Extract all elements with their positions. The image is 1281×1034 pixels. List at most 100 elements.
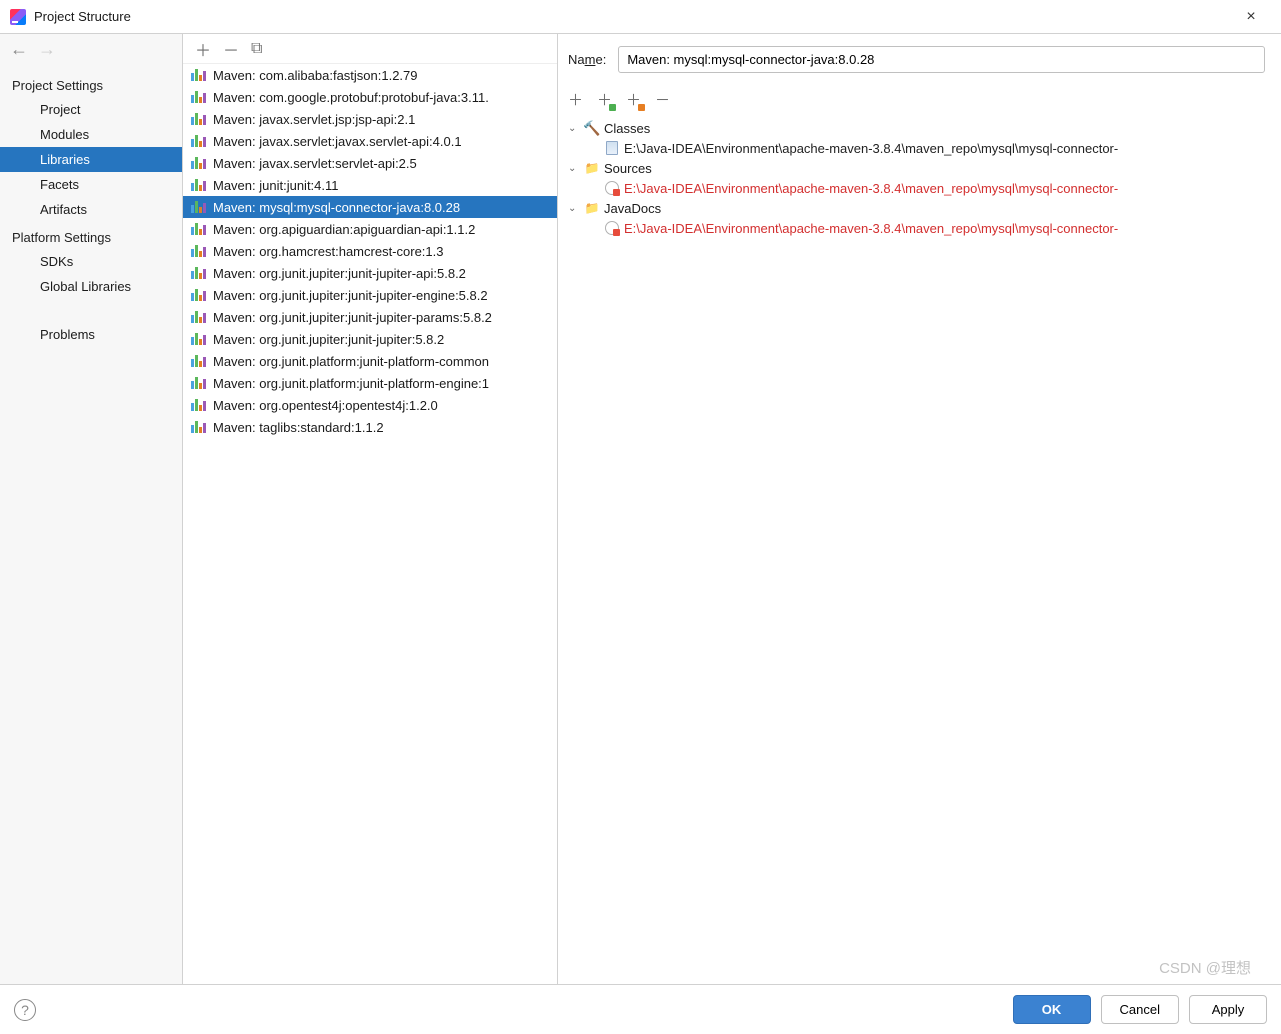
tree-path: E:\Java-IDEA\Environment\apache-maven-3.… <box>624 181 1118 196</box>
library-label: Maven: taglibs:standard:1.1.2 <box>213 420 384 435</box>
tree-path-row[interactable]: E:\Java-IDEA\Environment\apache-maven-3.… <box>568 218 1271 238</box>
library-label: Maven: org.junit.jupiter:junit-jupiter-e… <box>213 288 488 303</box>
tree-path-row[interactable]: E:\Java-IDEA\Environment\apache-maven-3.… <box>568 138 1271 158</box>
library-icon <box>191 133 207 149</box>
sidebar-item-artifacts[interactable]: Artifacts <box>0 197 182 222</box>
chevron-down-icon[interactable]: ⌄ <box>568 203 582 214</box>
library-icon <box>191 419 207 435</box>
library-item[interactable]: Maven: mysql:mysql-connector-java:8.0.28 <box>183 196 557 218</box>
library-label: Maven: org.hamcrest:hamcrest-core:1.3 <box>213 244 443 259</box>
tree-section-label: JavaDocs <box>604 201 661 216</box>
libraries-panel: ＋ － ⧉ Maven: com.alibaba:fastjson:1.2.79… <box>183 34 558 984</box>
sidebar-item-problems[interactable]: Problems <box>0 317 182 347</box>
footer: ? OK Cancel Apply <box>0 984 1281 1034</box>
main-area: ← → Project Settings ProjectModulesLibra… <box>0 34 1281 984</box>
sidebar-item-facets[interactable]: Facets <box>0 172 182 197</box>
globe-icon <box>604 220 620 236</box>
library-label: Maven: org.junit.platform:junit-platform… <box>213 376 489 391</box>
tree-section-label: Sources <box>604 161 652 176</box>
chevron-down-icon[interactable]: ⌄ <box>568 123 582 134</box>
forward-icon[interactable]: → <box>38 39 56 60</box>
library-icon <box>191 287 207 303</box>
jar-icon <box>604 140 620 156</box>
folder-icon: 📁 <box>584 160 600 176</box>
library-icon <box>191 89 207 105</box>
sidebar-item-modules[interactable]: Modules <box>0 122 182 147</box>
sidebar-item-libraries[interactable]: Libraries <box>0 147 182 172</box>
library-item[interactable]: Maven: org.junit.jupiter:junit-jupiter-e… <box>183 284 557 306</box>
library-label: Maven: org.junit.platform:junit-platform… <box>213 354 489 369</box>
tree-section-sources[interactable]: ⌄📁 Sources <box>568 158 1271 178</box>
details-toolbar: ＋ ＋ ＋ － <box>558 83 1281 116</box>
library-icon <box>191 199 207 215</box>
library-item[interactable]: Maven: com.google.protobuf:protobuf-java… <box>183 86 557 108</box>
add-icon[interactable]: ＋ <box>195 37 211 61</box>
sidebar-item-project[interactable]: Project <box>0 97 182 122</box>
library-label: Maven: org.opentest4j:opentest4j:1.2.0 <box>213 398 438 413</box>
sidebar: ← → Project Settings ProjectModulesLibra… <box>0 34 183 984</box>
library-icon <box>191 309 207 325</box>
name-input[interactable] <box>618 46 1265 73</box>
add-root-icon[interactable]: ＋ <box>568 89 583 110</box>
library-item[interactable]: Maven: org.junit.jupiter:junit-jupiter-p… <box>183 306 557 328</box>
ok-button[interactable]: OK <box>1013 995 1091 1024</box>
back-icon[interactable]: ← <box>10 39 28 60</box>
remove-root-icon[interactable]: － <box>655 89 670 110</box>
library-item[interactable]: Maven: com.alibaba:fastjson:1.2.79 <box>183 64 557 86</box>
library-item[interactable]: Maven: junit:junit:4.11 <box>183 174 557 196</box>
window-title: Project Structure <box>34 9 1231 24</box>
tree-path: E:\Java-IDEA\Environment\apache-maven-3.… <box>624 141 1118 156</box>
library-item[interactable]: Maven: javax.servlet.jsp:jsp-api:2.1 <box>183 108 557 130</box>
remove-icon[interactable]: － <box>223 37 239 61</box>
sidebar-heading-platform: Platform Settings <box>0 222 182 249</box>
add-sources-icon[interactable]: ＋ <box>626 89 641 110</box>
hammer-icon: 🔨 <box>584 120 600 136</box>
tree-section-javadocs[interactable]: ⌄📁 JavaDocs <box>568 198 1271 218</box>
library-label: Maven: javax.servlet:javax.servlet-api:4… <box>213 134 462 149</box>
chevron-down-icon[interactable]: ⌄ <box>568 163 582 174</box>
close-icon[interactable]: × <box>1231 8 1271 26</box>
library-item[interactable]: Maven: org.junit.jupiter:junit-jupiter-a… <box>183 262 557 284</box>
library-label: Maven: org.junit.jupiter:junit-jupiter-a… <box>213 266 466 281</box>
app-icon <box>10 9 26 25</box>
library-item[interactable]: Maven: javax.servlet:servlet-api:2.5 <box>183 152 557 174</box>
library-icon <box>191 243 207 259</box>
library-item[interactable]: Maven: taglibs:standard:1.1.2 <box>183 416 557 438</box>
tree-path: E:\Java-IDEA\Environment\apache-maven-3.… <box>624 221 1118 236</box>
library-label: Maven: javax.servlet:servlet-api:2.5 <box>213 156 417 171</box>
folder-icon: 📁 <box>584 200 600 216</box>
add-classes-icon[interactable]: ＋ <box>597 89 612 110</box>
library-icon <box>191 177 207 193</box>
sidebar-item-sdks[interactable]: SDKs <box>0 249 182 274</box>
libraries-toolbar: ＋ － ⧉ <box>183 34 557 64</box>
apply-button[interactable]: Apply <box>1189 995 1267 1024</box>
cancel-button[interactable]: Cancel <box>1101 995 1179 1024</box>
help-icon[interactable]: ? <box>14 999 36 1021</box>
sidebar-list: Project Settings ProjectModulesLibraries… <box>0 64 182 984</box>
library-icon <box>191 375 207 391</box>
name-label: Name: <box>568 52 606 67</box>
library-label: Maven: javax.servlet.jsp:jsp-api:2.1 <box>213 112 415 127</box>
roots-tree: ⌄🔨Classes E:\Java-IDEA\Environment\apache… <box>558 116 1281 240</box>
tree-section-classes[interactable]: ⌄🔨Classes <box>568 118 1271 138</box>
library-item[interactable]: Maven: org.junit.platform:junit-platform… <box>183 350 557 372</box>
library-item[interactable]: Maven: org.junit.jupiter:junit-jupiter:5… <box>183 328 557 350</box>
library-icon <box>191 155 207 171</box>
tree-path-row[interactable]: E:\Java-IDEA\Environment\apache-maven-3.… <box>568 178 1271 198</box>
copy-icon[interactable]: ⧉ <box>251 40 262 58</box>
library-item[interactable]: Maven: org.junit.platform:junit-platform… <box>183 372 557 394</box>
library-label: Maven: com.alibaba:fastjson:1.2.79 <box>213 68 418 83</box>
name-row: Name: <box>558 34 1281 83</box>
library-item[interactable]: Maven: org.apiguardian:apiguardian-api:1… <box>183 218 557 240</box>
library-item[interactable]: Maven: org.opentest4j:opentest4j:1.2.0 <box>183 394 557 416</box>
sidebar-item-global-libraries[interactable]: Global Libraries <box>0 274 182 299</box>
library-label: Maven: org.junit.jupiter:junit-jupiter-p… <box>213 310 492 325</box>
library-item[interactable]: Maven: org.hamcrest:hamcrest-core:1.3 <box>183 240 557 262</box>
library-label: Maven: org.junit.jupiter:junit-jupiter:5… <box>213 332 444 347</box>
nav-arrows: ← → <box>0 34 182 64</box>
details-panel: Name: ＋ ＋ ＋ － ⌄🔨Classes E:\Java-IDEA\Envi… <box>558 34 1281 984</box>
sidebar-heading-project: Project Settings <box>0 70 182 97</box>
library-item[interactable]: Maven: javax.servlet:javax.servlet-api:4… <box>183 130 557 152</box>
library-label: Maven: com.google.protobuf:protobuf-java… <box>213 90 489 105</box>
library-icon <box>191 265 207 281</box>
